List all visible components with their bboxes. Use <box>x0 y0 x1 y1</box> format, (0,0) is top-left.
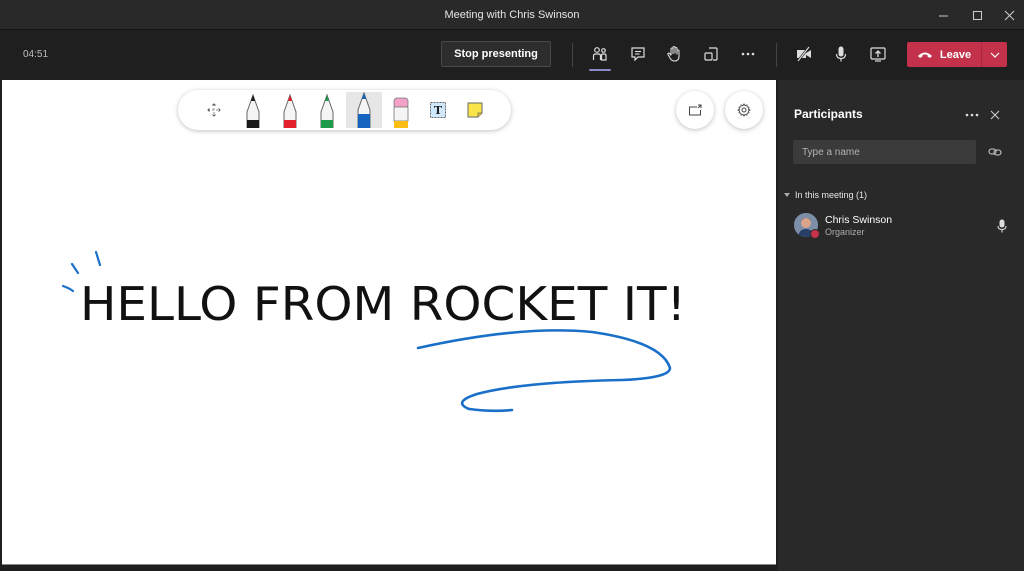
participant-mic-status <box>994 217 1010 235</box>
whiteboard-settings-button[interactable] <box>725 91 763 129</box>
participant-name: Chris Swinson <box>825 214 893 226</box>
svg-text:T: T <box>434 104 443 117</box>
participant-row[interactable]: Chris Swinson Organizer <box>794 212 1014 242</box>
raise-hand-button[interactable] <box>662 42 686 66</box>
share-content-button[interactable] <box>866 42 890 66</box>
participant-role: Organizer <box>825 227 865 237</box>
more-actions-button[interactable] <box>736 42 760 66</box>
presence-busy-indicator <box>810 229 820 239</box>
pen-green-tool[interactable] <box>309 92 345 128</box>
accent-tick <box>70 262 80 275</box>
mic-icon <box>835 46 847 62</box>
chevron-down-icon <box>990 52 999 58</box>
share-to-board-icon <box>689 104 702 116</box>
accent-tick <box>94 250 102 267</box>
leave-button[interactable]: Leave <box>907 42 981 67</box>
meeting-timer: 04:51 <box>23 49 49 60</box>
pen-black-tool[interactable] <box>235 92 271 128</box>
link-icon <box>988 148 1002 156</box>
close-panel-button[interactable] <box>986 107 1004 123</box>
camera-toggle-button[interactable] <box>792 42 816 66</box>
chat-icon <box>631 47 645 62</box>
eraser-tool[interactable] <box>383 92 419 128</box>
participants-button[interactable] <box>588 42 612 66</box>
minimize-button[interactable] <box>928 4 958 26</box>
section-label: In this meeting (1) <box>795 190 868 200</box>
pen-icon <box>320 93 334 128</box>
mic-icon <box>997 219 1007 233</box>
microphone-button[interactable] <box>829 42 853 66</box>
share-icon <box>870 47 886 62</box>
leave-button-group: Leave <box>907 42 1007 67</box>
rooms-button[interactable] <box>699 42 723 66</box>
leave-options-dropdown[interactable] <box>981 42 1007 67</box>
title-bar: Meeting with Chris Swinson <box>0 0 1024 30</box>
move-icon <box>207 103 221 117</box>
accent-tick <box>61 284 75 293</box>
close-icon <box>1004 10 1014 20</box>
rooms-icon <box>704 47 718 61</box>
minimize-icon <box>938 15 948 16</box>
participant-search-input[interactable] <box>793 140 976 164</box>
inking-toolbar: T <box>178 90 511 130</box>
panel-title: Participants <box>794 107 863 121</box>
meeting-controls-bar: 04:51 Stop presenting Leave <box>0 31 1024 79</box>
pen-icon <box>246 93 260 128</box>
close-window-button[interactable] <box>994 4 1024 26</box>
chat-button[interactable] <box>626 42 650 66</box>
in-meeting-section-toggle[interactable]: In this meeting (1) <box>784 190 867 200</box>
ink-swoosh <box>416 329 672 413</box>
leave-label: Leave <box>939 48 972 61</box>
divider <box>572 43 573 67</box>
more-icon <box>965 113 979 117</box>
text-box-icon: T <box>430 102 446 118</box>
maximize-button[interactable] <box>962 4 992 26</box>
window-title: Meeting with Chris Swinson <box>444 9 580 21</box>
more-icon <box>741 52 755 56</box>
phone-hangup-icon <box>917 52 932 58</box>
share-invite-button[interactable] <box>986 143 1004 161</box>
participants-icon <box>592 47 607 61</box>
divider <box>776 43 777 67</box>
sticky-note-icon <box>467 102 483 118</box>
share-whiteboard-button[interactable] <box>676 91 714 129</box>
active-tab-indicator <box>589 69 611 71</box>
pen-icon <box>357 92 371 128</box>
maximize-icon <box>972 10 982 20</box>
close-icon <box>990 110 1000 120</box>
panel-more-options-button[interactable] <box>962 106 982 122</box>
caret-down-icon <box>784 193 790 197</box>
settings-icon <box>737 103 751 117</box>
pen-icon <box>283 93 297 128</box>
handwritten-text: HELLO FROM ROCKET IT! <box>80 277 686 331</box>
stop-presenting-button[interactable]: Stop presenting <box>441 41 551 67</box>
whiteboard-canvas[interactable]: HELLO FROM ROCKET IT! T <box>2 80 776 565</box>
participants-panel: Participants In this meeting (1) Chris S… <box>778 80 1024 571</box>
text-tool[interactable]: T <box>420 92 456 128</box>
raise-hand-icon <box>667 45 680 62</box>
eraser-icon <box>393 97 409 128</box>
pen-red-tool[interactable] <box>272 92 308 128</box>
move-tool[interactable] <box>196 92 232 128</box>
pen-blue-tool[interactable] <box>346 92 382 128</box>
camera-off-icon <box>797 46 811 62</box>
ink-layer: HELLO FROM ROCKET IT! <box>61 250 686 413</box>
sticky-note-tool[interactable] <box>457 92 493 128</box>
